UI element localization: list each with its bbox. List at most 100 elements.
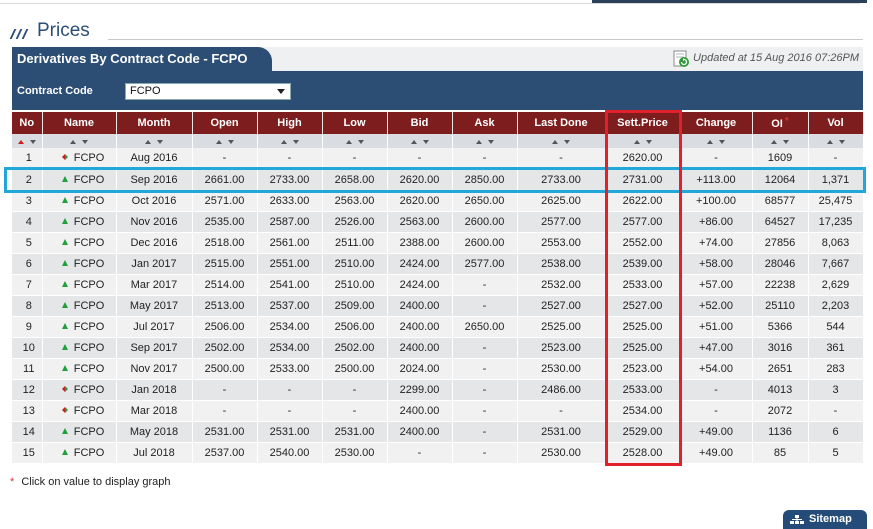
cell-oi[interactable]: 25110 <box>752 295 809 317</box>
sort-asc-icon[interactable] <box>345 139 352 144</box>
table-body: 1 FCPO Aug 2016 - - - - - - 2620.00 - 1609 - 2 FCPO Sep… <box>12 134 864 464</box>
cell-no: 9 <box>12 316 43 338</box>
sort-asc-icon[interactable] <box>707 139 713 144</box>
sort-asc-icon[interactable] <box>215 139 222 144</box>
cell-vol: 2,203 <box>808 295 864 317</box>
cell-sett: 2525.00 <box>605 316 681 338</box>
sort-asc-icon[interactable] <box>771 139 777 144</box>
column-header-name[interactable]: Name <box>42 112 117 134</box>
sort-desc-icon[interactable] <box>645 139 652 144</box>
cell-bid: 2620.00 <box>387 169 453 191</box>
cell-value: Aug 2016 <box>130 152 178 165</box>
cell-value: FCPO <box>73 299 105 312</box>
cell-value: 27856 <box>764 236 796 249</box>
sort-desc-icon[interactable] <box>357 139 364 144</box>
sort-desc-icon[interactable] <box>227 139 234 144</box>
cell-month: Mar 2017 <box>116 274 193 296</box>
cell-oi[interactable]: 2072 <box>752 400 809 422</box>
column-header-high[interactable]: High <box>257 112 323 134</box>
cell-name: FCPO <box>42 190 117 212</box>
cell-oi[interactable]: 2651 <box>752 358 809 380</box>
column-header-change[interactable]: Change <box>680 112 753 134</box>
column-header-last-done[interactable]: Last Done <box>517 112 606 134</box>
column-header-month[interactable]: Month <box>116 112 193 134</box>
cell-last: - <box>517 400 606 422</box>
sort-asc-icon[interactable] <box>280 139 287 144</box>
cell-oi[interactable]: 4013 <box>752 379 809 401</box>
sort-asc-icon[interactable] <box>145 139 151 144</box>
cell-high: 2587.00 <box>257 211 323 233</box>
column-header-ask[interactable]: Ask <box>452 112 518 134</box>
cell-value: - <box>714 383 718 396</box>
cell-value: May 2017 <box>129 299 179 312</box>
cell-no: 1 <box>12 148 43 170</box>
sort-asc-icon[interactable] <box>475 139 482 144</box>
cell-no: 2 <box>12 169 43 191</box>
column-header-low[interactable]: Low <box>322 112 388 134</box>
sitemap-button[interactable]: Sitemap <box>783 510 867 529</box>
sort-desc-icon[interactable] <box>82 139 88 144</box>
column-header-bid[interactable]: Bid <box>387 112 453 134</box>
cell-oi[interactable]: 64527 <box>752 211 809 233</box>
column-header-oi[interactable]: OI * <box>752 112 809 134</box>
cell-oi[interactable]: 27856 <box>752 232 809 254</box>
cell-value: FCPO <box>73 341 105 354</box>
cell-value: 2600.00 <box>464 236 505 249</box>
cell-oi[interactable]: 5366 <box>752 316 809 338</box>
cell-value: Nov 2016 <box>130 215 178 228</box>
cell-value: 2510.00 <box>334 278 375 291</box>
sort-desc-icon[interactable] <box>564 139 570 144</box>
cell-value: 2587.00 <box>269 215 310 228</box>
cell-value: 2530.00 <box>541 446 581 459</box>
cell-vol: 8,063 <box>808 232 864 254</box>
column-header-open[interactable]: Open <box>192 112 258 134</box>
cell-low: 2563.00 <box>322 190 388 212</box>
column-header-vol[interactable]: Vol <box>808 112 864 134</box>
sort-desc-icon[interactable] <box>838 139 845 144</box>
sort-desc-icon[interactable] <box>719 139 725 144</box>
sort-asc-icon[interactable] <box>410 139 417 144</box>
cell-oi[interactable]: 68577 <box>752 190 809 212</box>
cell-oi[interactable]: 28046 <box>752 253 809 275</box>
cell-oi[interactable]: 22238 <box>752 274 809 296</box>
sort-asc-icon[interactable] <box>552 139 558 144</box>
sort-desc-icon[interactable] <box>157 139 163 144</box>
table-row: 8 FCPO May 2017 2513.00 2537.00 2509.00 2400.0… <box>12 295 864 317</box>
cell-oi[interactable]: 85 <box>752 442 809 464</box>
column-header-no[interactable]: No <box>12 112 43 134</box>
cell-oi[interactable]: 1609 <box>752 148 809 170</box>
cell-value: 9 <box>25 320 32 333</box>
cell-last: 2531.00 <box>517 421 606 443</box>
column-header-sett-price[interactable]: Sett.Price <box>605 112 681 134</box>
refresh-icon[interactable] <box>672 50 690 68</box>
cell-value: 2620.00 <box>622 152 663 165</box>
sort-asc-icon[interactable] <box>826 139 833 144</box>
sort-asc-icon[interactable] <box>17 139 24 144</box>
cell-value: 2 <box>25 173 32 186</box>
sort-desc-icon[interactable] <box>487 139 494 144</box>
trend-up-icon <box>61 364 68 371</box>
cell-value: 8,063 <box>821 236 850 249</box>
cell-vol: 283 <box>808 358 864 380</box>
cell-oi[interactable]: 1136 <box>752 421 809 443</box>
cell-value: 2502.00 <box>204 341 245 354</box>
cell-value: 2561.00 <box>269 236 310 249</box>
cell-value: +57.00 <box>699 278 733 291</box>
sort-asc-icon[interactable] <box>633 139 640 144</box>
contract-code-select[interactable]: FCPO <box>125 83 291 100</box>
sort-controls <box>452 134 518 148</box>
sort-desc-icon[interactable] <box>292 139 299 144</box>
sort-asc-icon[interactable] <box>70 139 76 144</box>
sort-desc-icon[interactable] <box>422 139 429 144</box>
cell-value: - <box>833 152 838 165</box>
cell-oi[interactable]: 3016 <box>752 337 809 359</box>
sort-controls <box>116 134 193 148</box>
cell-oi[interactable]: 12064 <box>752 169 809 191</box>
sort-desc-icon[interactable] <box>29 139 36 144</box>
column-header-label: Ask <box>474 117 495 129</box>
cell-value: - <box>482 152 487 165</box>
cell-value: 2527.00 <box>541 299 581 312</box>
sort-desc-icon[interactable] <box>783 139 789 144</box>
cell-vol: 5 <box>808 442 864 464</box>
cell-value: Nov 2017 <box>130 362 178 375</box>
